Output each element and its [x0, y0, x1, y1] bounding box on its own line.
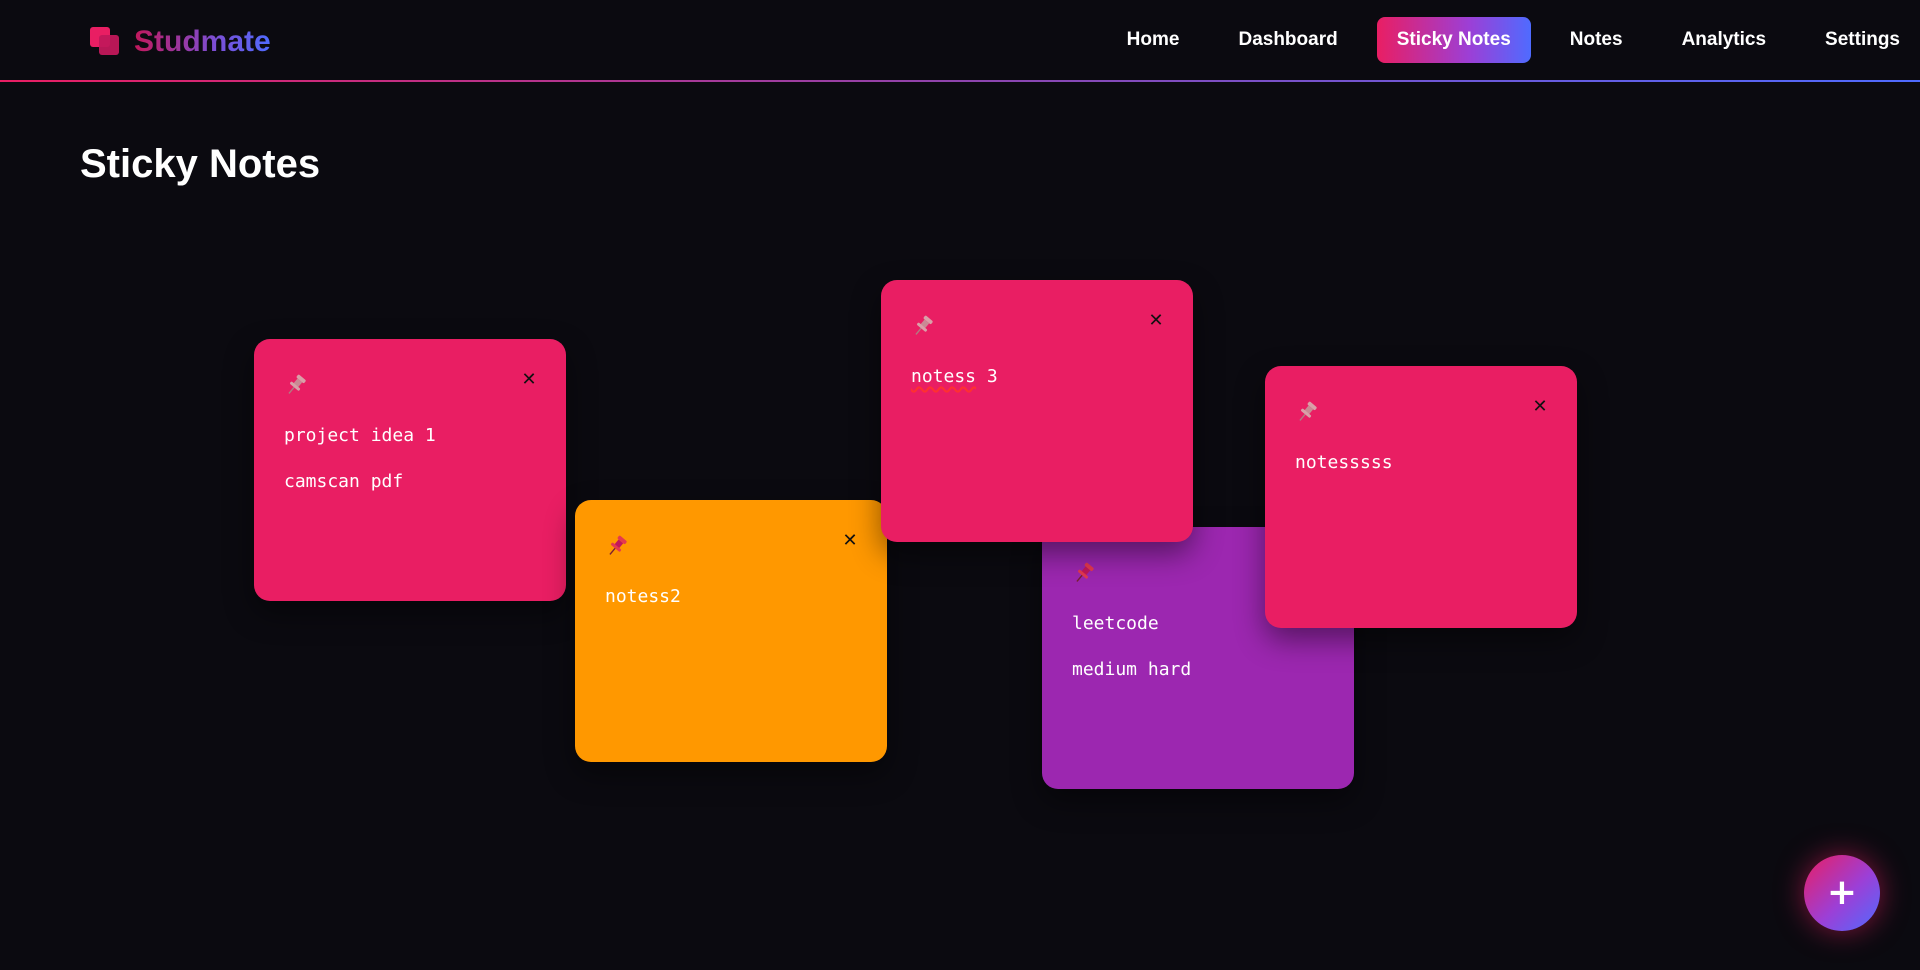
- sticky-note[interactable]: ✕ notesssss: [1265, 366, 1577, 628]
- nav-item-home[interactable]: Home: [1107, 17, 1200, 63]
- close-icon[interactable]: ✕: [1529, 396, 1551, 418]
- spellcheck-word: notess: [911, 366, 977, 387]
- note-content[interactable]: notess2: [605, 574, 863, 620]
- sticky-note[interactable]: ✕ project idea 1 camscan pdf: [254, 339, 566, 601]
- brand-logo[interactable]: Studmate: [90, 22, 271, 62]
- close-icon[interactable]: ✕: [839, 530, 861, 552]
- pin-icon[interactable]: [605, 534, 629, 558]
- nav-item-notes[interactable]: Notes: [1550, 17, 1643, 63]
- sticky-note[interactable]: ✕ notess2: [575, 500, 887, 762]
- main-nav: Home Dashboard Sticky Notes Notes Analyt…: [1088, 17, 1920, 63]
- nav-item-settings[interactable]: Settings: [1805, 17, 1920, 63]
- close-icon[interactable]: ✕: [1145, 310, 1167, 332]
- pin-icon[interactable]: [1072, 561, 1096, 585]
- pin-icon[interactable]: [911, 314, 935, 338]
- pin-icon[interactable]: [284, 373, 308, 397]
- note-content[interactable]: notess 3: [911, 354, 1169, 400]
- note-content[interactable]: notesssss: [1295, 440, 1553, 486]
- brand-name: Studmate: [134, 25, 271, 58]
- stacked-squares-icon: [90, 27, 122, 57]
- note-content[interactable]: project idea 1 camscan pdf: [284, 413, 542, 505]
- sticky-note[interactable]: ✕ notess 3: [881, 280, 1193, 542]
- close-icon[interactable]: ✕: [518, 369, 540, 391]
- top-navbar: Studmate Home Dashboard Sticky Notes Not…: [0, 0, 1920, 80]
- nav-item-dashboard[interactable]: Dashboard: [1218, 17, 1357, 63]
- add-note-button[interactable]: +: [1804, 855, 1880, 931]
- nav-item-sticky-notes[interactable]: Sticky Notes: [1376, 17, 1531, 63]
- app-root: Studmate Home Dashboard Sticky Notes Not…: [0, 0, 1920, 970]
- page-title: Sticky Notes: [80, 142, 321, 186]
- pin-icon[interactable]: [1295, 400, 1319, 424]
- nav-item-analytics[interactable]: Analytics: [1662, 17, 1786, 63]
- plus-icon: +: [1826, 872, 1858, 913]
- header-divider: [0, 80, 1920, 82]
